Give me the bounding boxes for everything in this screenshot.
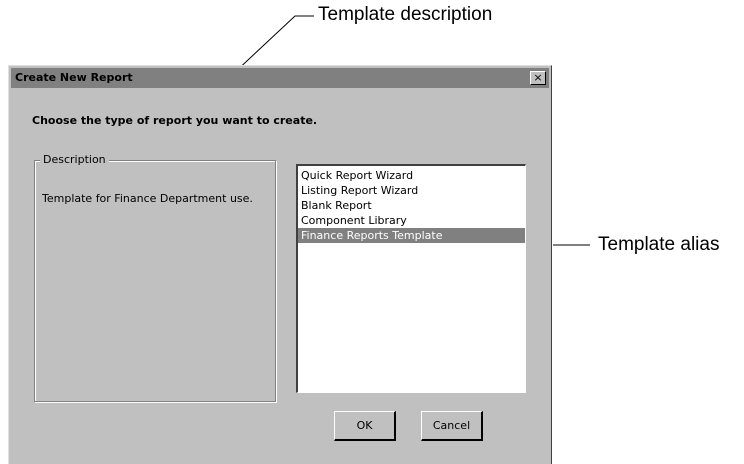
list-item[interactable]: Quick Report Wizard	[298, 168, 525, 183]
cancel-button[interactable]: Cancel	[421, 411, 483, 441]
close-icon: ×	[533, 71, 543, 84]
template-alias-callout: Template alias	[598, 234, 720, 255]
template-description-text: Template for Finance Department use.	[42, 192, 253, 205]
dialog-title: Create New Report	[15, 71, 133, 84]
list-item[interactable]: Listing Report Wizard	[298, 183, 525, 198]
description-group-label: Description	[40, 153, 109, 166]
list-item[interactable]: Blank Report	[298, 198, 525, 213]
list-item[interactable]: Finance Reports Template	[298, 228, 525, 243]
ok-button[interactable]: OK	[334, 411, 396, 441]
report-type-listbox[interactable]: Quick Report Wizard Listing Report Wizard…	[296, 164, 526, 393]
close-button[interactable]: ×	[530, 71, 546, 85]
list-item[interactable]: Component Library	[298, 213, 525, 228]
report-type-list: Quick Report Wizard Listing Report Wizard…	[298, 166, 525, 243]
create-new-report-dialog: Create New Report × Choose the type of r…	[8, 65, 552, 464]
template-description-callout: Template description	[318, 4, 493, 25]
dialog-prompt: Choose the type of report you want to cr…	[32, 114, 318, 127]
dialog-titlebar[interactable]: Create New Report ×	[11, 68, 549, 88]
